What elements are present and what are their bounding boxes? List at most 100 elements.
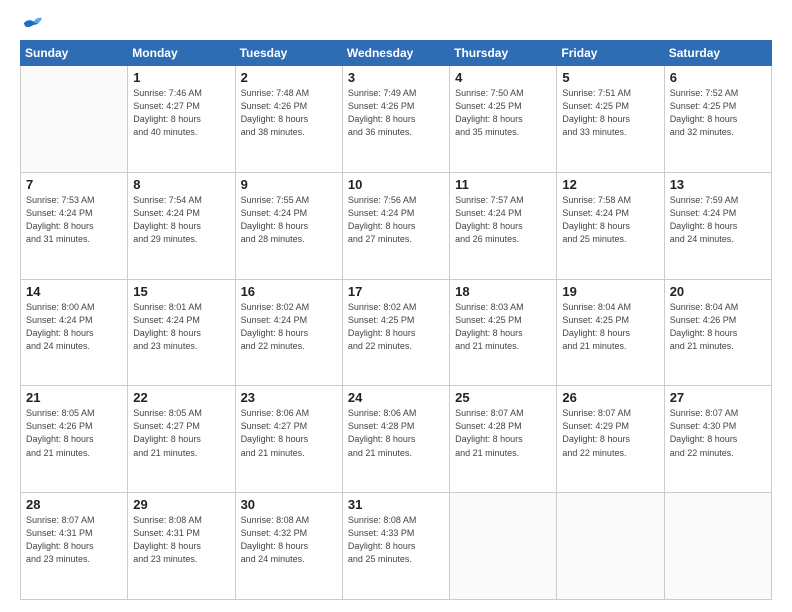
calendar-cell: 4 Sunrise: 7:50 AM Sunset: 4:25 PM Daylig… [450,66,557,173]
calendar-cell: 14Sunrise: 8:00 AM Sunset: 4:24 PM Dayli… [21,279,128,386]
day-info: Sunrise: 8:02 AM Sunset: 4:25 PM Dayligh… [348,301,444,353]
day-info: Sunrise: 8:06 AM Sunset: 4:27 PM Dayligh… [241,407,337,459]
calendar-cell: 7 Sunrise: 7:53 AM Sunset: 4:24 PM Daylig… [21,172,128,279]
day-info: Sunrise: 8:08 AM Sunset: 4:33 PM Dayligh… [348,514,444,566]
day-info: Sunrise: 7:58 AM Sunset: 4:24 PM Dayligh… [562,194,658,246]
day-number: 2 [241,70,337,85]
day-number: 24 [348,390,444,405]
calendar-cell: 23Sunrise: 8:06 AM Sunset: 4:27 PM Dayli… [235,386,342,493]
day-info: Sunrise: 8:01 AM Sunset: 4:24 PM Dayligh… [133,301,229,353]
calendar-week-row: 7 Sunrise: 7:53 AM Sunset: 4:24 PM Daylig… [21,172,772,279]
day-info: Sunrise: 8:07 AM Sunset: 4:29 PM Dayligh… [562,407,658,459]
calendar-cell [450,493,557,600]
day-number: 19 [562,284,658,299]
weekday-header: Tuesday [235,41,342,66]
calendar-cell [664,493,771,600]
weekday-header: Wednesday [342,41,449,66]
calendar-cell: 30 Sunrise: 8:08 AM Sunset: 4:32 PM Dayli… [235,493,342,600]
calendar-cell: 18 Sunrise: 8:03 AM Sunset: 4:25 PM Dayli… [450,279,557,386]
logo-bird-icon [22,16,42,32]
day-info: Sunrise: 8:02 AM Sunset: 4:24 PM Dayligh… [241,301,337,353]
day-number: 31 [348,497,444,512]
day-number: 27 [670,390,766,405]
calendar-table: SundayMondayTuesdayWednesdayThursdayFrid… [20,40,772,600]
calendar-cell: 9 Sunrise: 7:55 AM Sunset: 4:24 PM Daylig… [235,172,342,279]
day-info: Sunrise: 8:03 AM Sunset: 4:25 PM Dayligh… [455,301,551,353]
day-number: 15 [133,284,229,299]
day-number: 11 [455,177,551,192]
weekday-header: Friday [557,41,664,66]
calendar-cell: 10 Sunrise: 7:56 AM Sunset: 4:24 PM Dayli… [342,172,449,279]
calendar-cell: 15 Sunrise: 8:01 AM Sunset: 4:24 PM Dayli… [128,279,235,386]
calendar-cell: 8 Sunrise: 7:54 AM Sunset: 4:24 PM Daylig… [128,172,235,279]
weekday-header: Sunday [21,41,128,66]
calendar-cell: 13Sunrise: 7:59 AM Sunset: 4:24 PM Dayli… [664,172,771,279]
day-info: Sunrise: 7:52 AM Sunset: 4:25 PM Dayligh… [670,87,766,139]
day-info: Sunrise: 7:50 AM Sunset: 4:25 PM Dayligh… [455,87,551,139]
calendar-cell: 12 Sunrise: 7:58 AM Sunset: 4:24 PM Dayli… [557,172,664,279]
day-info: Sunrise: 8:05 AM Sunset: 4:27 PM Dayligh… [133,407,229,459]
day-info: Sunrise: 8:07 AM Sunset: 4:31 PM Dayligh… [26,514,122,566]
day-info: Sunrise: 7:54 AM Sunset: 4:24 PM Dayligh… [133,194,229,246]
day-number: 30 [241,497,337,512]
logo [20,16,42,30]
day-number: 14 [26,284,122,299]
day-number: 6 [670,70,766,85]
day-number: 1 [133,70,229,85]
day-number: 16 [241,284,337,299]
day-info: Sunrise: 8:07 AM Sunset: 4:30 PM Dayligh… [670,407,766,459]
header [20,16,772,30]
day-info: Sunrise: 7:48 AM Sunset: 4:26 PM Dayligh… [241,87,337,139]
day-info: Sunrise: 7:55 AM Sunset: 4:24 PM Dayligh… [241,194,337,246]
calendar-cell: 24 Sunrise: 8:06 AM Sunset: 4:28 PM Dayli… [342,386,449,493]
day-number: 10 [348,177,444,192]
page: SundayMondayTuesdayWednesdayThursdayFrid… [0,0,792,612]
calendar-cell: 6 Sunrise: 7:52 AM Sunset: 4:25 PM Daylig… [664,66,771,173]
day-info: Sunrise: 8:06 AM Sunset: 4:28 PM Dayligh… [348,407,444,459]
calendar-cell: 27 Sunrise: 8:07 AM Sunset: 4:30 PM Dayli… [664,386,771,493]
day-number: 22 [133,390,229,405]
calendar-cell: 25 Sunrise: 8:07 AM Sunset: 4:28 PM Dayli… [450,386,557,493]
day-info: Sunrise: 7:53 AM Sunset: 4:24 PM Dayligh… [26,194,122,246]
day-info: Sunrise: 8:07 AM Sunset: 4:28 PM Dayligh… [455,407,551,459]
day-number: 3 [348,70,444,85]
calendar-cell: 17Sunrise: 8:02 AM Sunset: 4:25 PM Dayli… [342,279,449,386]
calendar-cell: 5 Sunrise: 7:51 AM Sunset: 4:25 PM Daylig… [557,66,664,173]
weekday-header: Thursday [450,41,557,66]
calendar-cell: 2 Sunrise: 7:48 AM Sunset: 4:26 PM Daylig… [235,66,342,173]
day-info: Sunrise: 8:08 AM Sunset: 4:31 PM Dayligh… [133,514,229,566]
day-info: Sunrise: 8:04 AM Sunset: 4:26 PM Dayligh… [670,301,766,353]
calendar-cell: 16 Sunrise: 8:02 AM Sunset: 4:24 PM Dayli… [235,279,342,386]
day-number: 5 [562,70,658,85]
day-number: 18 [455,284,551,299]
day-info: Sunrise: 7:49 AM Sunset: 4:26 PM Dayligh… [348,87,444,139]
calendar-week-row: 21 Sunrise: 8:05 AM Sunset: 4:26 PM Dayli… [21,386,772,493]
day-number: 26 [562,390,658,405]
day-info: Sunrise: 7:51 AM Sunset: 4:25 PM Dayligh… [562,87,658,139]
day-number: 25 [455,390,551,405]
day-number: 8 [133,177,229,192]
calendar-cell: 1Sunrise: 7:46 AM Sunset: 4:27 PM Daylig… [128,66,235,173]
weekday-header: Saturday [664,41,771,66]
calendar-week-row: 14Sunrise: 8:00 AM Sunset: 4:24 PM Dayli… [21,279,772,386]
day-number: 28 [26,497,122,512]
day-info: Sunrise: 8:04 AM Sunset: 4:25 PM Dayligh… [562,301,658,353]
day-info: Sunrise: 8:05 AM Sunset: 4:26 PM Dayligh… [26,407,122,459]
calendar-cell [21,66,128,173]
day-number: 9 [241,177,337,192]
day-number: 21 [26,390,122,405]
calendar-cell: 28 Sunrise: 8:07 AM Sunset: 4:31 PM Dayli… [21,493,128,600]
day-number: 7 [26,177,122,192]
day-info: Sunrise: 7:56 AM Sunset: 4:24 PM Dayligh… [348,194,444,246]
day-info: Sunrise: 8:08 AM Sunset: 4:32 PM Dayligh… [241,514,337,566]
calendar-week-row: 28 Sunrise: 8:07 AM Sunset: 4:31 PM Dayli… [21,493,772,600]
calendar-cell: 11Sunrise: 7:57 AM Sunset: 4:24 PM Dayli… [450,172,557,279]
calendar-cell: 19 Sunrise: 8:04 AM Sunset: 4:25 PM Dayli… [557,279,664,386]
calendar-cell: 29 Sunrise: 8:08 AM Sunset: 4:31 PM Dayli… [128,493,235,600]
day-number: 13 [670,177,766,192]
day-number: 4 [455,70,551,85]
day-number: 12 [562,177,658,192]
day-number: 29 [133,497,229,512]
calendar-cell: 3 Sunrise: 7:49 AM Sunset: 4:26 PM Daylig… [342,66,449,173]
calendar-cell: 31 Sunrise: 8:08 AM Sunset: 4:33 PM Dayli… [342,493,449,600]
